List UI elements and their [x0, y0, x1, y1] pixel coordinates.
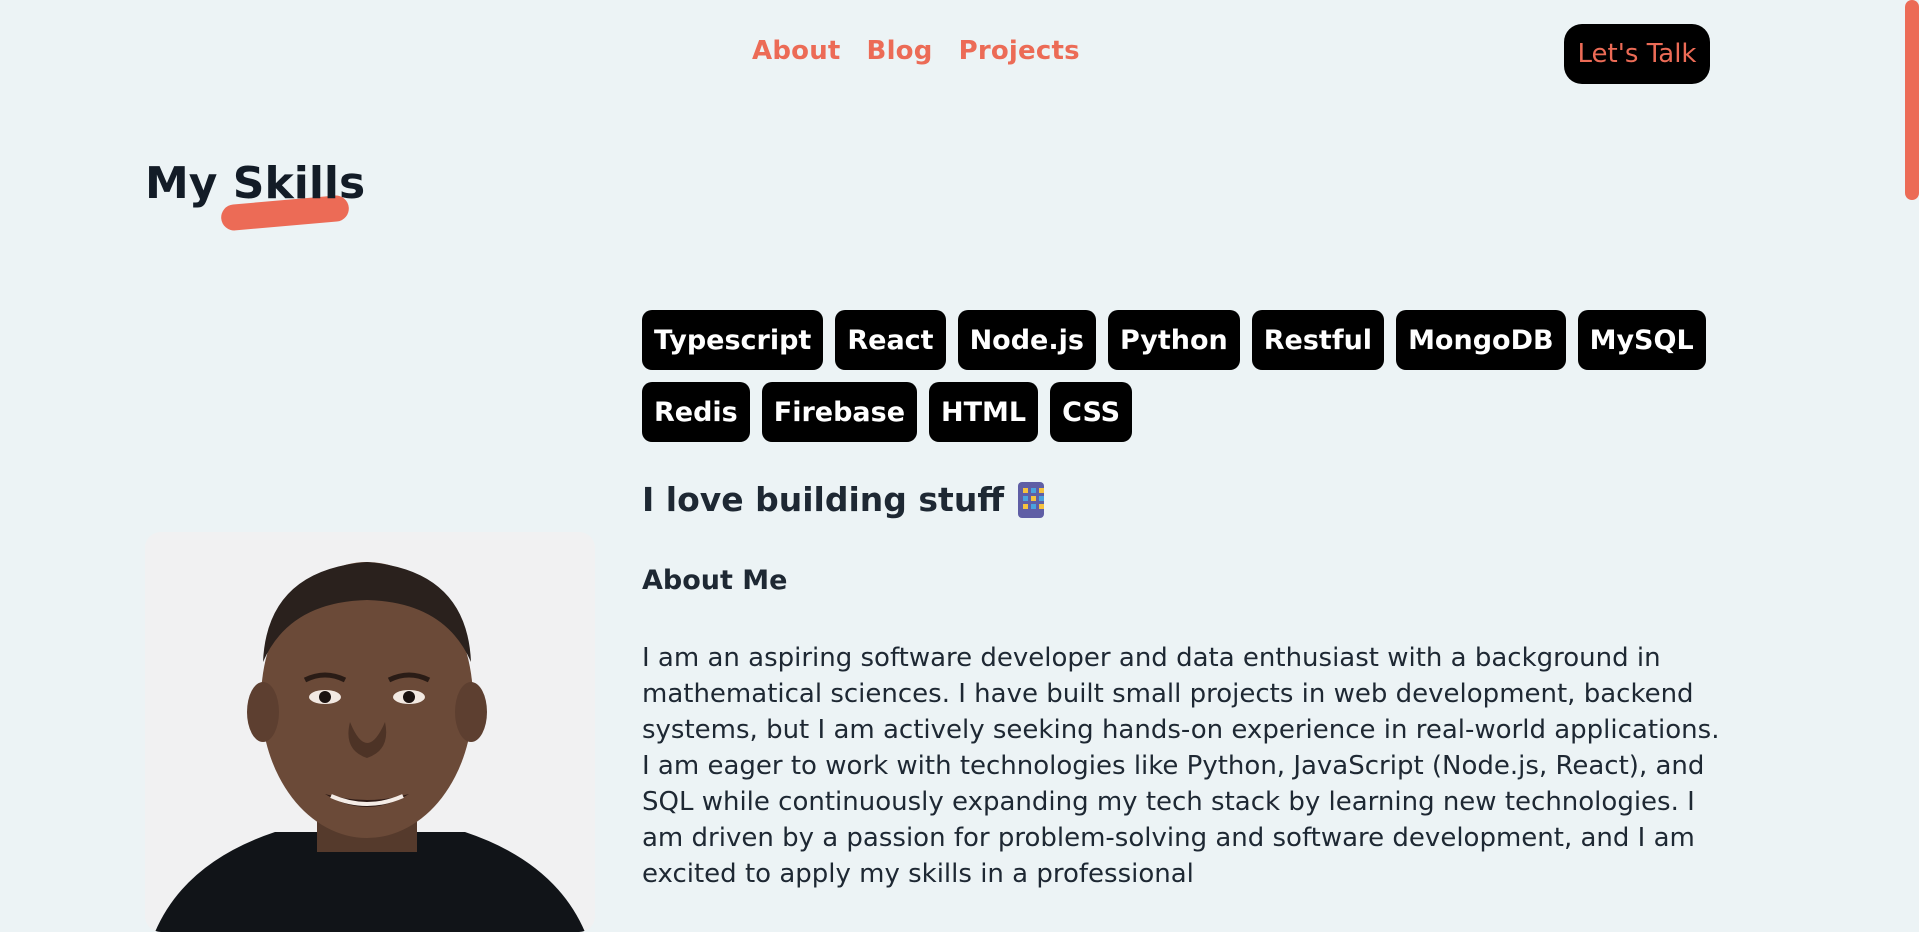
skills-list: Typescript React Node.js Python Restful … — [642, 310, 1712, 442]
about-me-text: I am an aspiring software developer and … — [642, 643, 1720, 889]
skill-chip: CSS — [1050, 382, 1133, 442]
skill-chip: Node.js — [957, 310, 1096, 370]
tagline: I love building stuff — [642, 480, 1045, 519]
skill-chip: HTML — [929, 382, 1039, 442]
skill-chip: MongoDB — [1396, 310, 1566, 370]
profile-photo — [145, 532, 595, 932]
lets-talk-button[interactable]: Let's Talk — [1564, 24, 1710, 84]
section-title: My Skills — [145, 158, 366, 209]
skill-chip: Firebase — [761, 382, 918, 442]
nav-link-about[interactable]: About — [752, 36, 841, 66]
skills-heading-wrap: My Skills — [145, 158, 366, 232]
nav-link-projects[interactable]: Projects — [959, 36, 1080, 66]
tagline-text: I love building stuff — [642, 480, 1005, 519]
skill-chip: React — [835, 310, 946, 370]
top-nav: About Blog Projects Let's Talk — [0, 0, 1919, 108]
skill-chip: Python — [1107, 310, 1240, 370]
skill-chip: Typescript — [642, 310, 824, 370]
profile-photo-illustration — [145, 532, 595, 932]
skill-chip: Redis — [642, 382, 750, 442]
skill-chip: MySQL — [1577, 310, 1706, 370]
about-me-title: About Me — [642, 565, 788, 596]
scrollbar[interactable] — [1902, 0, 1919, 876]
building-icon — [1018, 481, 1045, 518]
nav-link-blog[interactable]: Blog — [867, 36, 933, 66]
scrollbar-thumb[interactable] — [1905, 0, 1919, 200]
skill-chip: Restful — [1251, 310, 1385, 370]
nav-links: About Blog Projects — [752, 36, 1080, 66]
